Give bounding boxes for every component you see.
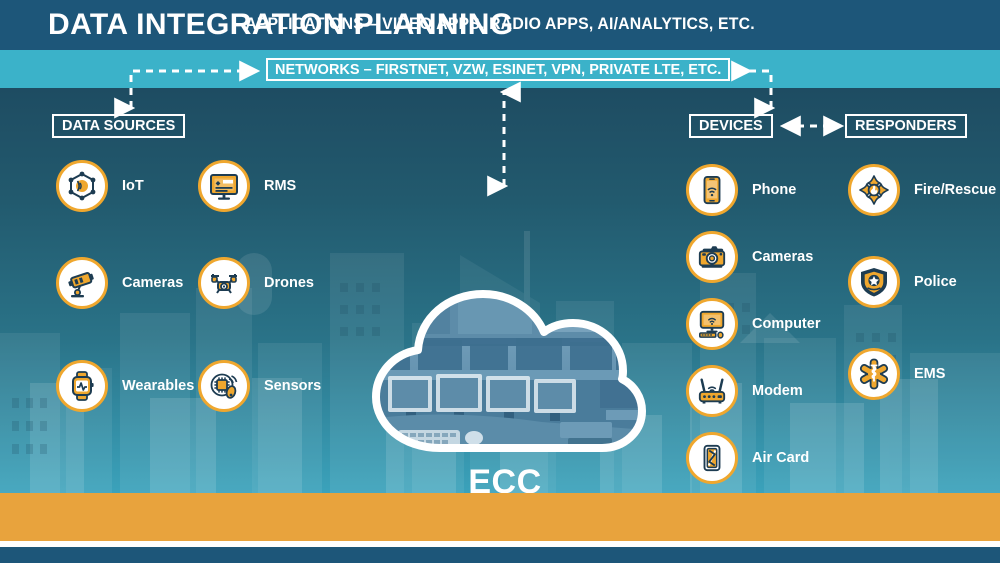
responder-item-ems[interactable]: EMS xyxy=(848,348,945,400)
responder-item-fire-rescue[interactable]: Fire/Rescue xyxy=(848,164,996,216)
router-modem-icon xyxy=(686,365,738,417)
iot-mesh-icon xyxy=(56,160,108,212)
sensor-chip-icon xyxy=(198,360,250,412)
police-shield-badge-icon xyxy=(848,256,900,308)
infographic-poster: DATA INTEGRATION PLANNING ECC IoT RMS Ca… xyxy=(0,0,1000,563)
data-sources-label-box: DATA SOURCES xyxy=(52,114,186,138)
data-source-item-sensors[interactable]: Sensors xyxy=(198,360,321,412)
drone-icon xyxy=(198,257,250,309)
cctv-camera-icon xyxy=(56,257,108,309)
smartphone-icon xyxy=(686,164,738,216)
data-sources-label-text: DATA SOURCES xyxy=(62,118,176,134)
device-item-computer[interactable]: Computer xyxy=(686,298,820,350)
desktop-computer-icon xyxy=(686,298,738,350)
data-source-label: RMS xyxy=(264,178,297,194)
device-item-phone[interactable]: Phone xyxy=(686,164,796,216)
data-source-label: Cameras xyxy=(122,275,184,291)
device-label: Modem xyxy=(752,383,803,399)
device-label: Phone xyxy=(752,182,797,198)
data-source-label: Sensors xyxy=(264,378,322,394)
applications-label: APPLICATIONS – VIDEO APPS, RADIO APPS, A… xyxy=(245,14,755,33)
devices-label-box: DEVICES xyxy=(689,114,773,138)
ecc-label: ECC xyxy=(468,463,542,493)
ecc-cloud xyxy=(362,280,648,465)
device-label: Air Card xyxy=(752,450,810,466)
footer-bar xyxy=(0,547,1000,563)
device-item-modem[interactable]: Modem xyxy=(686,365,803,417)
device-label: Computer xyxy=(752,316,821,332)
fire-maltese-cross-icon xyxy=(848,164,900,216)
data-source-item-wearables[interactable]: Wearables xyxy=(56,360,194,412)
device-item-cameras[interactable]: Cameras xyxy=(686,231,813,283)
smartwatch-icon xyxy=(56,360,108,412)
data-source-label: IoT xyxy=(122,178,144,194)
device-item-air-card[interactable]: Air Card xyxy=(686,432,809,484)
responder-label: Police xyxy=(914,274,957,290)
star-of-life-icon xyxy=(848,348,900,400)
responder-item-police[interactable]: Police xyxy=(848,256,957,308)
applications-bar xyxy=(0,493,1000,541)
devices-label-text: DEVICES xyxy=(699,118,763,134)
monitor-records-icon xyxy=(198,160,250,212)
responders-label-box: RESPONDERS xyxy=(845,114,967,138)
device-label: Cameras xyxy=(752,249,814,265)
diagram-stage: ECC IoT RMS Cameras Drones Wearables Sen… xyxy=(0,88,1000,493)
data-source-item-cameras[interactable]: Cameras xyxy=(56,257,183,309)
responders-label-text: RESPONDERS xyxy=(855,118,957,134)
photo-camera-icon xyxy=(686,231,738,283)
data-source-label: Drones xyxy=(264,275,314,291)
responder-label: EMS xyxy=(914,366,946,382)
data-source-item-drones[interactable]: Drones xyxy=(198,257,314,309)
data-source-item-iot[interactable]: IoT xyxy=(56,160,144,212)
air-card-icon xyxy=(686,432,738,484)
networks-label-box: NETWORKS – FIRSTNET, VZW, ESINET, VPN, P… xyxy=(266,58,731,81)
responder-label: Fire/Rescue xyxy=(914,182,997,198)
networks-label-text: NETWORKS – FIRSTNET, VZW, ESINET, VPN, P… xyxy=(275,61,722,78)
data-source-item-rms[interactable]: RMS xyxy=(198,160,296,212)
data-source-label: Wearables xyxy=(122,378,195,394)
